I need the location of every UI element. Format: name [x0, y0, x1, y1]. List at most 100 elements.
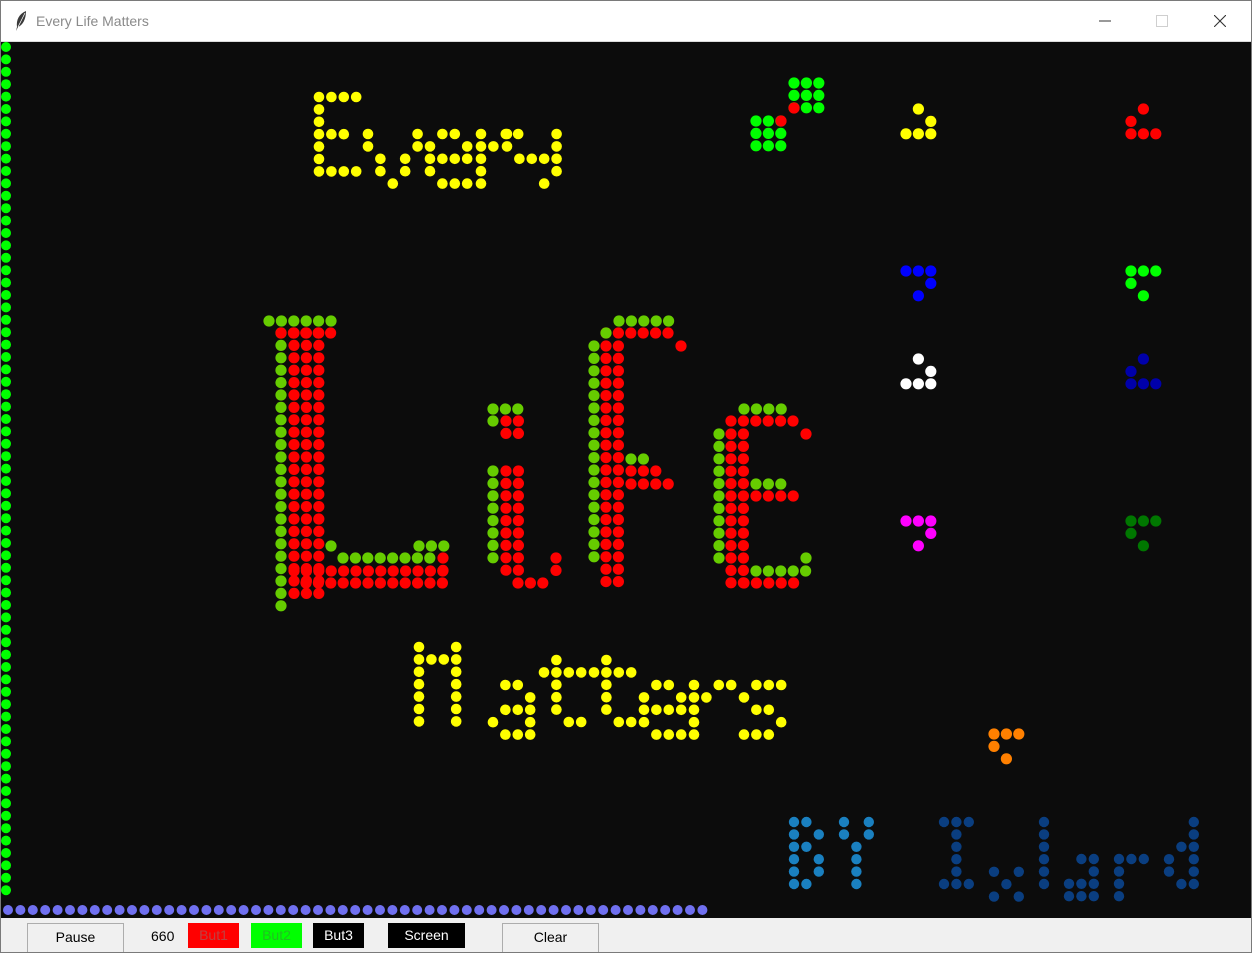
signature-cell: [851, 866, 862, 877]
border-cell: [1, 91, 11, 102]
life-cell: [275, 389, 287, 401]
but3-button[interactable]: But3: [313, 923, 364, 948]
signature-cell: [1001, 879, 1012, 890]
text-cell: [663, 729, 675, 740]
floor-cell: [375, 905, 385, 915]
border-cell: [1, 587, 11, 598]
life-cell: [288, 377, 300, 389]
cell-grid[interactable]: [1, 42, 1251, 918]
text-cell: [413, 654, 425, 665]
life-cell: [612, 464, 625, 476]
life-cell: [713, 515, 725, 527]
border-cell: [1, 79, 11, 90]
text-cell: [450, 716, 462, 727]
life-cell: [288, 439, 300, 451]
border-cell: [1, 724, 11, 734]
floor-cell: [40, 905, 51, 915]
life-cell: [275, 463, 287, 475]
text-cell: [338, 91, 350, 103]
life-cell: [612, 327, 625, 339]
glider-cell: [800, 77, 813, 89]
signature-cell: [801, 841, 812, 852]
life-cell: [612, 402, 625, 414]
life-cell: [374, 552, 386, 564]
life-cell: [725, 465, 737, 477]
life-cell: [300, 587, 312, 600]
life-cell: [313, 401, 325, 413]
text-cell: [551, 679, 562, 691]
floor-cell: [337, 905, 348, 915]
life-cell: [675, 340, 687, 352]
life-canvas[interactable]: [1, 42, 1251, 918]
border-cell: [1, 872, 11, 883]
signature-cell: [1063, 891, 1075, 902]
floor-cell: [213, 905, 224, 915]
text-cell: [475, 141, 487, 152]
floor-cell: [362, 905, 373, 915]
text-cell: [675, 704, 687, 716]
signature-cell: [988, 891, 1000, 902]
life-cell: [500, 465, 512, 477]
text-cell: [551, 153, 562, 165]
life-cell: [300, 439, 312, 451]
text-cell: [326, 128, 337, 140]
signature-cell: [1113, 891, 1125, 902]
signature-cell: [1176, 878, 1187, 890]
text-cell: [450, 654, 462, 665]
signature-cell: [788, 854, 800, 865]
text-cell: [524, 692, 536, 703]
life-cell: [762, 565, 775, 577]
life-cell: [612, 377, 625, 389]
glider-cell: [788, 102, 800, 114]
but2-button[interactable]: But2: [251, 923, 302, 948]
pause-button[interactable]: Pause: [27, 923, 124, 952]
but1-button[interactable]: But1: [188, 923, 239, 948]
life-cell: [387, 577, 399, 589]
border-cell: [1, 686, 11, 697]
life-cell: [775, 565, 787, 577]
life-cell: [600, 464, 612, 476]
border-cell: [1, 488, 11, 499]
life-cell: [725, 502, 737, 514]
text-cell: [413, 678, 425, 690]
text-cell: [575, 667, 587, 678]
text-cell: [625, 716, 637, 728]
life-cell: [275, 315, 287, 327]
life-cell: [313, 389, 325, 401]
border-cell: [1, 314, 11, 325]
life-cell: [275, 414, 287, 426]
signature-cell: [938, 816, 950, 828]
life-cell: [612, 514, 625, 526]
maximize-button[interactable]: [1139, 1, 1185, 41]
life-cell: [600, 501, 612, 513]
life-cell: [787, 565, 799, 577]
glider-cell: [750, 140, 762, 152]
text-cell: [651, 704, 662, 716]
close-button[interactable]: [1197, 1, 1243, 41]
signature-cell: [963, 878, 974, 890]
border-cell: [1, 438, 11, 449]
life-cell: [588, 501, 600, 513]
minimize-button[interactable]: [1082, 1, 1128, 41]
life-cell: [600, 551, 612, 563]
glider-cell: [1125, 515, 1137, 527]
screen-button[interactable]: Screen: [388, 923, 465, 948]
glider-cell: [775, 127, 787, 139]
text-cell: [551, 165, 562, 177]
glider-cell: [813, 89, 825, 101]
glider-cell: [1137, 128, 1149, 140]
life-cell: [775, 403, 787, 415]
life-cell: [275, 451, 287, 463]
life-cell: [613, 315, 625, 327]
life-cell: [600, 526, 612, 538]
life-cell: [337, 552, 349, 564]
clear-button[interactable]: Clear: [502, 923, 599, 952]
life-cell: [612, 563, 625, 575]
life-cell: [512, 577, 524, 589]
life-cell: [300, 364, 312, 376]
title-bar[interactable]: Every Life Matters: [1, 1, 1251, 42]
life-cell: [750, 478, 762, 490]
life-cell: [588, 452, 600, 464]
text-cell: [575, 716, 587, 728]
text-cell: [751, 704, 762, 716]
